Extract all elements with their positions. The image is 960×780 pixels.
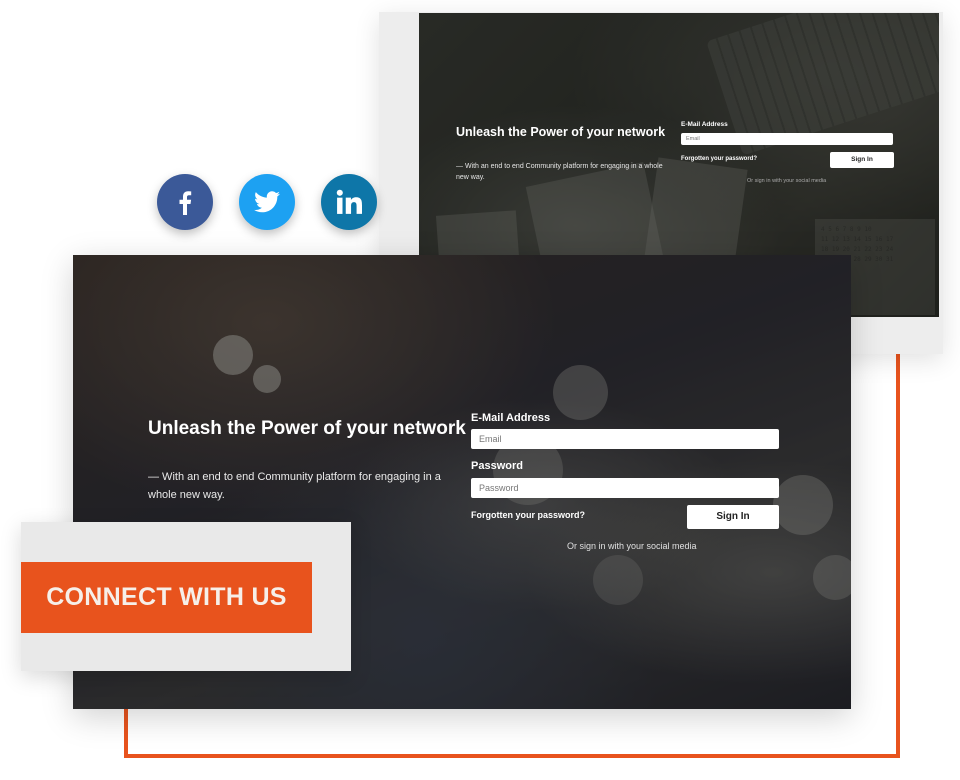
password-label: Password	[471, 460, 523, 472]
email-field[interactable]: Email	[471, 429, 779, 449]
email-field[interactable]: Email	[681, 133, 893, 145]
social-signin-text[interactable]: Or sign in with your social media	[747, 178, 826, 184]
hero-subtitle: — With an end to end Community platform …	[148, 471, 441, 501]
hero-title: Unleash the Power of your network	[456, 125, 666, 139]
email-label: E-Mail Address	[471, 412, 551, 424]
sign-in-button[interactable]: Sign In	[687, 505, 779, 529]
linkedin-button[interactable]	[321, 174, 377, 230]
forgot-password-link[interactable]: Forgotten your password?	[471, 510, 585, 520]
linkedin-icon	[336, 189, 362, 214]
forgot-password-link[interactable]: Forgotten your password?	[681, 156, 757, 162]
email-label: E-Mail Address	[681, 121, 728, 128]
connect-with-us-button[interactable]: CONNECT WITH US	[21, 562, 312, 633]
password-field[interactable]: Password	[471, 478, 779, 498]
facebook-icon	[179, 191, 192, 215]
hero-subtitle: — With an end to end Community platform …	[456, 163, 663, 181]
facebook-button[interactable]	[157, 174, 213, 230]
twitter-icon	[254, 191, 280, 213]
twitter-button[interactable]	[239, 174, 295, 230]
sign-in-button[interactable]: Sign In	[830, 152, 894, 168]
hero-title: Unleash the Power of your network	[148, 418, 466, 439]
social-signin-text[interactable]: Or sign in with your social media	[567, 541, 697, 551]
